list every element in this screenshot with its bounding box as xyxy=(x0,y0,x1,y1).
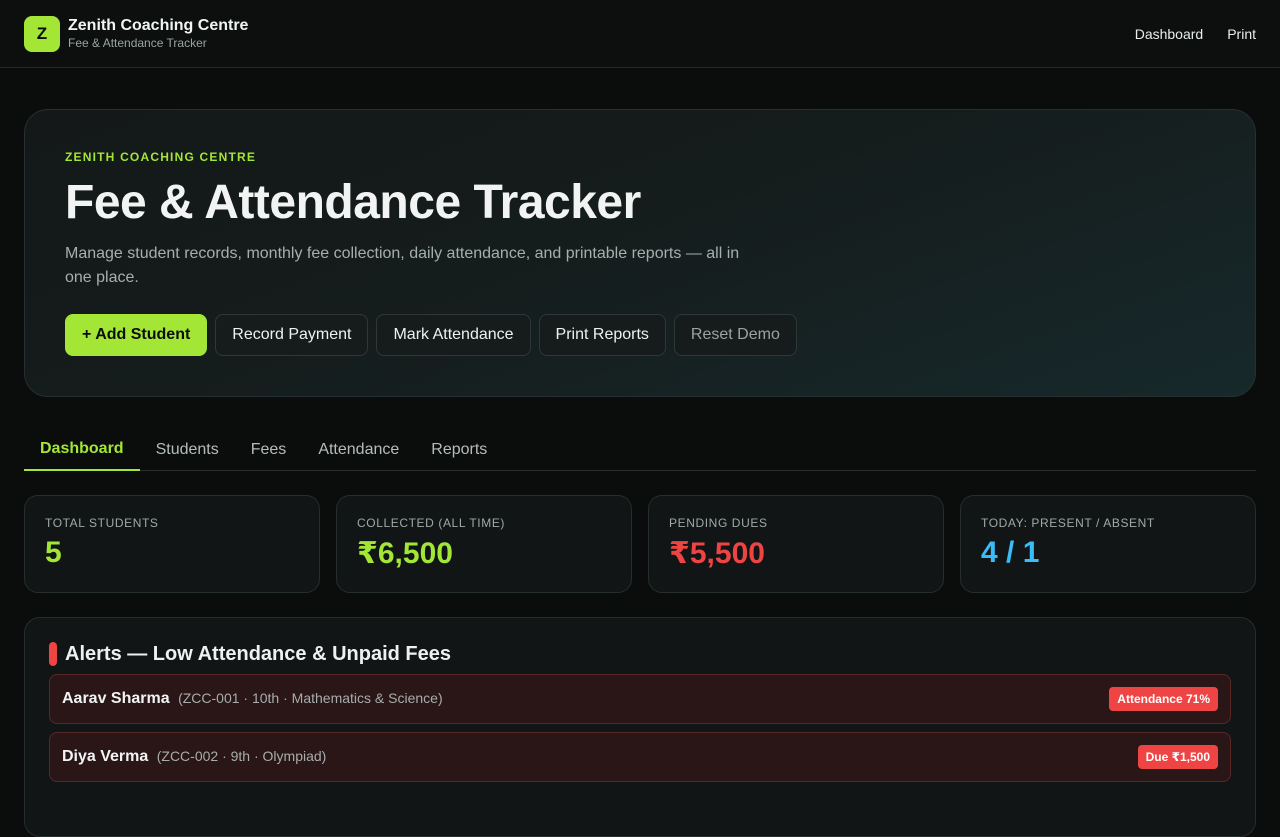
tab-reports[interactable]: Reports xyxy=(415,430,503,471)
stat-value: ₹6,500 xyxy=(357,537,453,570)
hero-actions: + Add Student Record Payment Mark Attend… xyxy=(65,314,1215,356)
stat-value: 5 xyxy=(45,536,62,569)
main-tabs: Dashboard Students Fees Attendance Repor… xyxy=(24,430,1256,471)
alerts-panel: Alerts — Low Attendance & Unpaid Fees Aa… xyxy=(24,617,1256,837)
alert-badge: Attendance 71% xyxy=(1109,687,1218,711)
nav-dashboard-link[interactable]: Dashboard xyxy=(1135,26,1204,42)
alert-row[interactable]: Aarav Sharma (ZCC-001 · 10th · Mathemati… xyxy=(49,674,1231,724)
brand-text: Zenith Coaching Centre Fee & Attendance … xyxy=(68,16,248,51)
record-payment-button[interactable]: Record Payment xyxy=(215,314,369,356)
top-nav: Dashboard Print xyxy=(1135,26,1256,42)
stat-card-collected: COLLECTED (ALL TIME) ₹6,500 xyxy=(336,495,632,593)
stat-label: COLLECTED (ALL TIME) xyxy=(357,516,506,530)
alert-student-name: Aarav Sharma xyxy=(62,690,170,707)
tab-students[interactable]: Students xyxy=(140,430,235,471)
tab-attendance[interactable]: Attendance xyxy=(302,430,415,471)
reset-demo-button[interactable]: Reset Demo xyxy=(673,314,797,356)
stat-card-pending-dues: PENDING DUES ₹5,500 xyxy=(648,495,944,593)
hero-panel: ZENITH COACHING CENTRE Fee & Attendance … xyxy=(24,109,1256,397)
stat-card-today-attendance: TODAY: PRESENT / ABSENT 4 / 1 xyxy=(960,495,1256,593)
alerts-header: Alerts — Low Attendance & Unpaid Fees xyxy=(49,642,1231,666)
stat-label: TODAY: PRESENT / ABSENT xyxy=(981,516,1155,530)
alert-badge: Due ₹1,500 xyxy=(1137,745,1218,769)
alert-student: Aarav Sharma (ZCC-001 · 10th · Mathemati… xyxy=(62,690,443,708)
page-title: Fee & Attendance Tracker xyxy=(65,176,641,229)
stat-value: 4 / 1 xyxy=(981,536,1040,569)
top-bar: Z Zenith Coaching Centre Fee & Attendanc… xyxy=(0,0,1280,68)
stat-label: PENDING DUES xyxy=(669,516,768,530)
add-student-button[interactable]: + Add Student xyxy=(65,314,208,356)
alert-student-name: Diya Verma xyxy=(62,748,149,765)
alert-student-meta: (ZCC-001 · 10th · Mathematics & Science) xyxy=(178,690,443,706)
mark-attendance-button[interactable]: Mark Attendance xyxy=(376,314,531,356)
hero-eyebrow: ZENITH COACHING CENTRE xyxy=(65,150,257,164)
brand-name: Zenith Coaching Centre xyxy=(68,17,249,34)
brand-subtitle: Fee & Attendance Tracker xyxy=(68,36,207,50)
stat-label: TOTAL STUDENTS xyxy=(45,516,159,530)
alert-row[interactable]: Diya Verma (ZCC-002 · 9th · Olympiad) Du… xyxy=(49,732,1231,782)
alert-student: Diya Verma (ZCC-002 · 9th · Olympiad) xyxy=(62,748,326,766)
tab-fees[interactable]: Fees xyxy=(235,430,303,471)
stat-value: ₹5,500 xyxy=(669,537,765,570)
brand[interactable]: Z Zenith Coaching Centre Fee & Attendanc… xyxy=(24,15,248,52)
alert-student-meta: (ZCC-002 · 9th · Olympiad) xyxy=(156,748,327,764)
alert-accent-bar xyxy=(49,642,57,666)
nav-print-link[interactable]: Print xyxy=(1227,26,1256,42)
print-reports-button[interactable]: Print Reports xyxy=(538,314,666,356)
stats-row: TOTAL STUDENTS 5 COLLECTED (ALL TIME) ₹6… xyxy=(24,495,1256,593)
hero-description: Manage student records, monthly fee coll… xyxy=(65,245,740,286)
alerts-title: Alerts — Low Attendance & Unpaid Fees xyxy=(65,642,451,665)
brand-logo: Z xyxy=(24,15,60,52)
stat-card-total-students: TOTAL STUDENTS 5 xyxy=(24,495,320,593)
tab-dashboard[interactable]: Dashboard xyxy=(24,430,140,471)
